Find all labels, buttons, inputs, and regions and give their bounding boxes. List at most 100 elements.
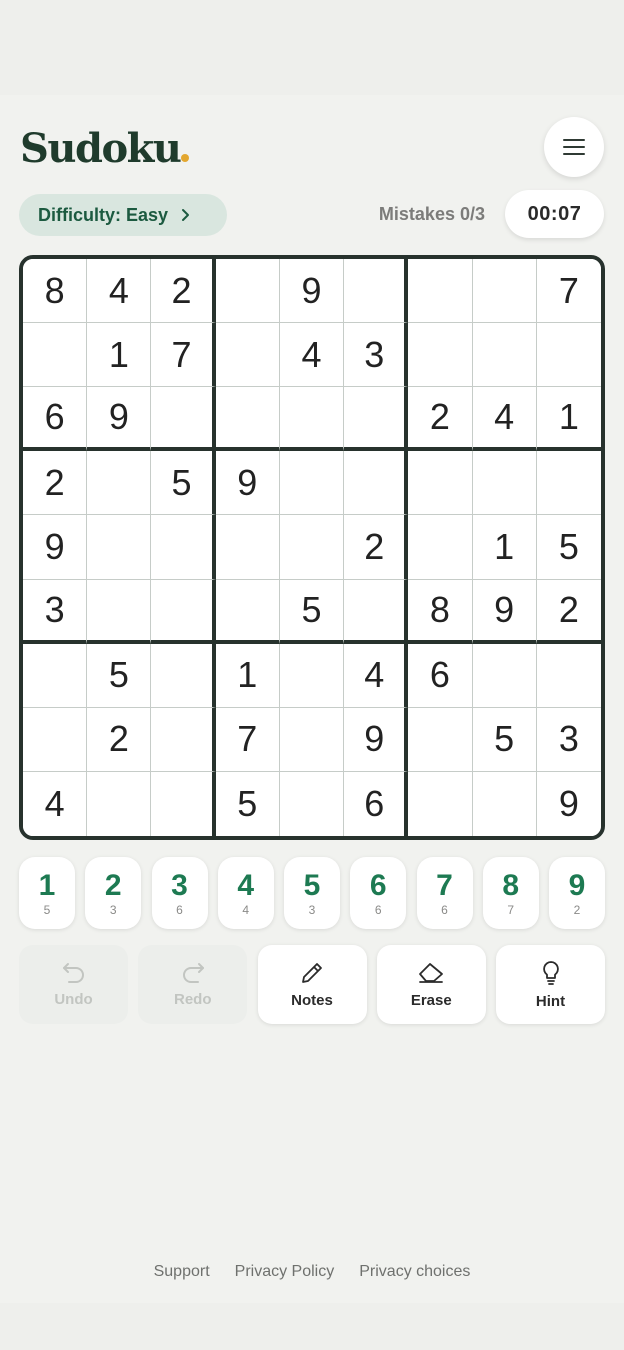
board-cell[interactable] [279,451,345,516]
board-cell[interactable] [215,323,280,388]
board-cell[interactable] [279,643,345,708]
difficulty-selector[interactable]: Difficulty: Easy [19,194,227,236]
board-cell[interactable] [279,515,345,580]
board-cell[interactable] [344,387,409,452]
board-cell[interactable]: 9 [536,771,601,836]
board-cell[interactable]: 4 [87,259,152,324]
undo-button[interactable]: Undo [19,945,128,1024]
board-cell[interactable] [87,771,152,836]
board-cell[interactable] [151,579,216,644]
notes-button[interactable]: Notes [257,945,367,1024]
board-cell[interactable] [536,451,601,516]
hint-button[interactable]: Hint [496,945,605,1024]
board-cell[interactable]: 6 [23,387,88,452]
board-cell[interactable]: 8 [23,259,88,324]
board-cell[interactable]: 9 [23,515,88,580]
number-key-5[interactable]: 53 [284,857,340,929]
board-cell[interactable] [408,323,473,388]
number-key-2[interactable]: 23 [85,857,142,929]
board-cell[interactable]: 1 [536,387,601,452]
board-cell[interactable]: 9 [472,579,537,644]
support-link[interactable]: Support [154,1263,210,1281]
board-cell[interactable] [215,387,280,452]
board-cell[interactable]: 5 [536,515,601,580]
board-cell[interactable]: 6 [408,643,473,708]
board-cell[interactable]: 2 [87,707,152,772]
number-key-4[interactable]: 44 [217,857,274,929]
board-cell[interactable] [344,579,409,644]
board-cell[interactable] [23,643,88,708]
board-cell[interactable] [151,515,216,580]
board-cell[interactable] [536,323,601,388]
board-cell[interactable]: 1 [472,515,537,580]
board-cell[interactable]: 6 [344,771,409,836]
board-cell[interactable] [279,707,345,772]
board-cell[interactable] [472,643,537,708]
number-key-8[interactable]: 87 [482,857,539,929]
board-cell[interactable]: 9 [215,451,280,516]
board-cell[interactable] [23,707,88,772]
board-cell[interactable] [87,579,152,644]
board-cell[interactable]: 9 [87,387,152,452]
number-key-7[interactable]: 76 [416,857,473,929]
board-cell[interactable] [279,771,345,836]
board-cell[interactable]: 9 [344,707,409,772]
board-cell[interactable]: 4 [279,323,345,388]
board-cell[interactable]: 4 [472,387,537,452]
board-cell[interactable] [344,451,409,516]
erase-button[interactable]: Erase [376,945,486,1024]
board-cell[interactable]: 5 [151,451,216,516]
board-cell[interactable] [279,387,345,452]
board-cell[interactable] [344,259,409,324]
board-cell[interactable] [472,323,537,388]
board-cell[interactable] [472,451,537,516]
board-cell[interactable] [408,515,473,580]
board-cell[interactable] [408,259,473,324]
board-cell[interactable] [408,771,473,836]
board-cell[interactable]: 3 [23,579,88,644]
board-cell[interactable] [408,707,473,772]
board-cell[interactable]: 2 [344,515,409,580]
timer[interactable]: 00:07 [505,190,604,238]
number-key-3[interactable]: 36 [151,857,208,929]
board-cell[interactable] [215,579,280,644]
board-cell[interactable] [23,323,88,388]
board-cell[interactable]: 5 [472,707,537,772]
board-cell[interactable]: 2 [536,579,601,644]
board-cell[interactable]: 3 [344,323,409,388]
board-cell[interactable] [151,643,216,708]
board-cell[interactable]: 7 [536,259,601,324]
board-cell[interactable] [87,451,152,516]
board-cell[interactable]: 9 [279,259,345,324]
board-cell[interactable]: 2 [23,451,88,516]
board-cell[interactable]: 3 [536,707,601,772]
board-cell[interactable]: 5 [87,643,152,708]
privacy-policy-link[interactable]: Privacy Policy [235,1263,335,1281]
menu-button[interactable] [544,117,604,177]
number-key-9[interactable]: 92 [549,857,605,929]
board-cell[interactable] [151,387,216,452]
board-cell[interactable]: 4 [344,643,409,708]
board-cell[interactable]: 8 [408,579,473,644]
redo-button[interactable]: Redo [138,945,248,1024]
board-cell[interactable]: 4 [23,771,88,836]
board-cell[interactable] [87,515,152,580]
board-cell[interactable] [151,707,216,772]
board-cell[interactable]: 2 [408,387,473,452]
board-cell[interactable] [215,515,280,580]
board-cell[interactable]: 1 [87,323,152,388]
board-cell[interactable]: 1 [215,643,280,708]
board-cell[interactable] [408,451,473,516]
number-key-1[interactable]: 15 [19,857,75,929]
number-key-6[interactable]: 66 [350,857,407,929]
board-cell[interactable]: 2 [151,259,216,324]
board-cell[interactable] [472,259,537,324]
board-cell[interactable]: 5 [279,579,345,644]
board-cell[interactable] [151,771,216,836]
board-cell[interactable] [215,259,280,324]
board-cell[interactable] [472,771,537,836]
board-cell[interactable] [536,643,601,708]
board-cell[interactable]: 7 [151,323,216,388]
privacy-choices-link[interactable]: Privacy choices [359,1263,470,1281]
board-cell[interactable]: 7 [215,707,280,772]
